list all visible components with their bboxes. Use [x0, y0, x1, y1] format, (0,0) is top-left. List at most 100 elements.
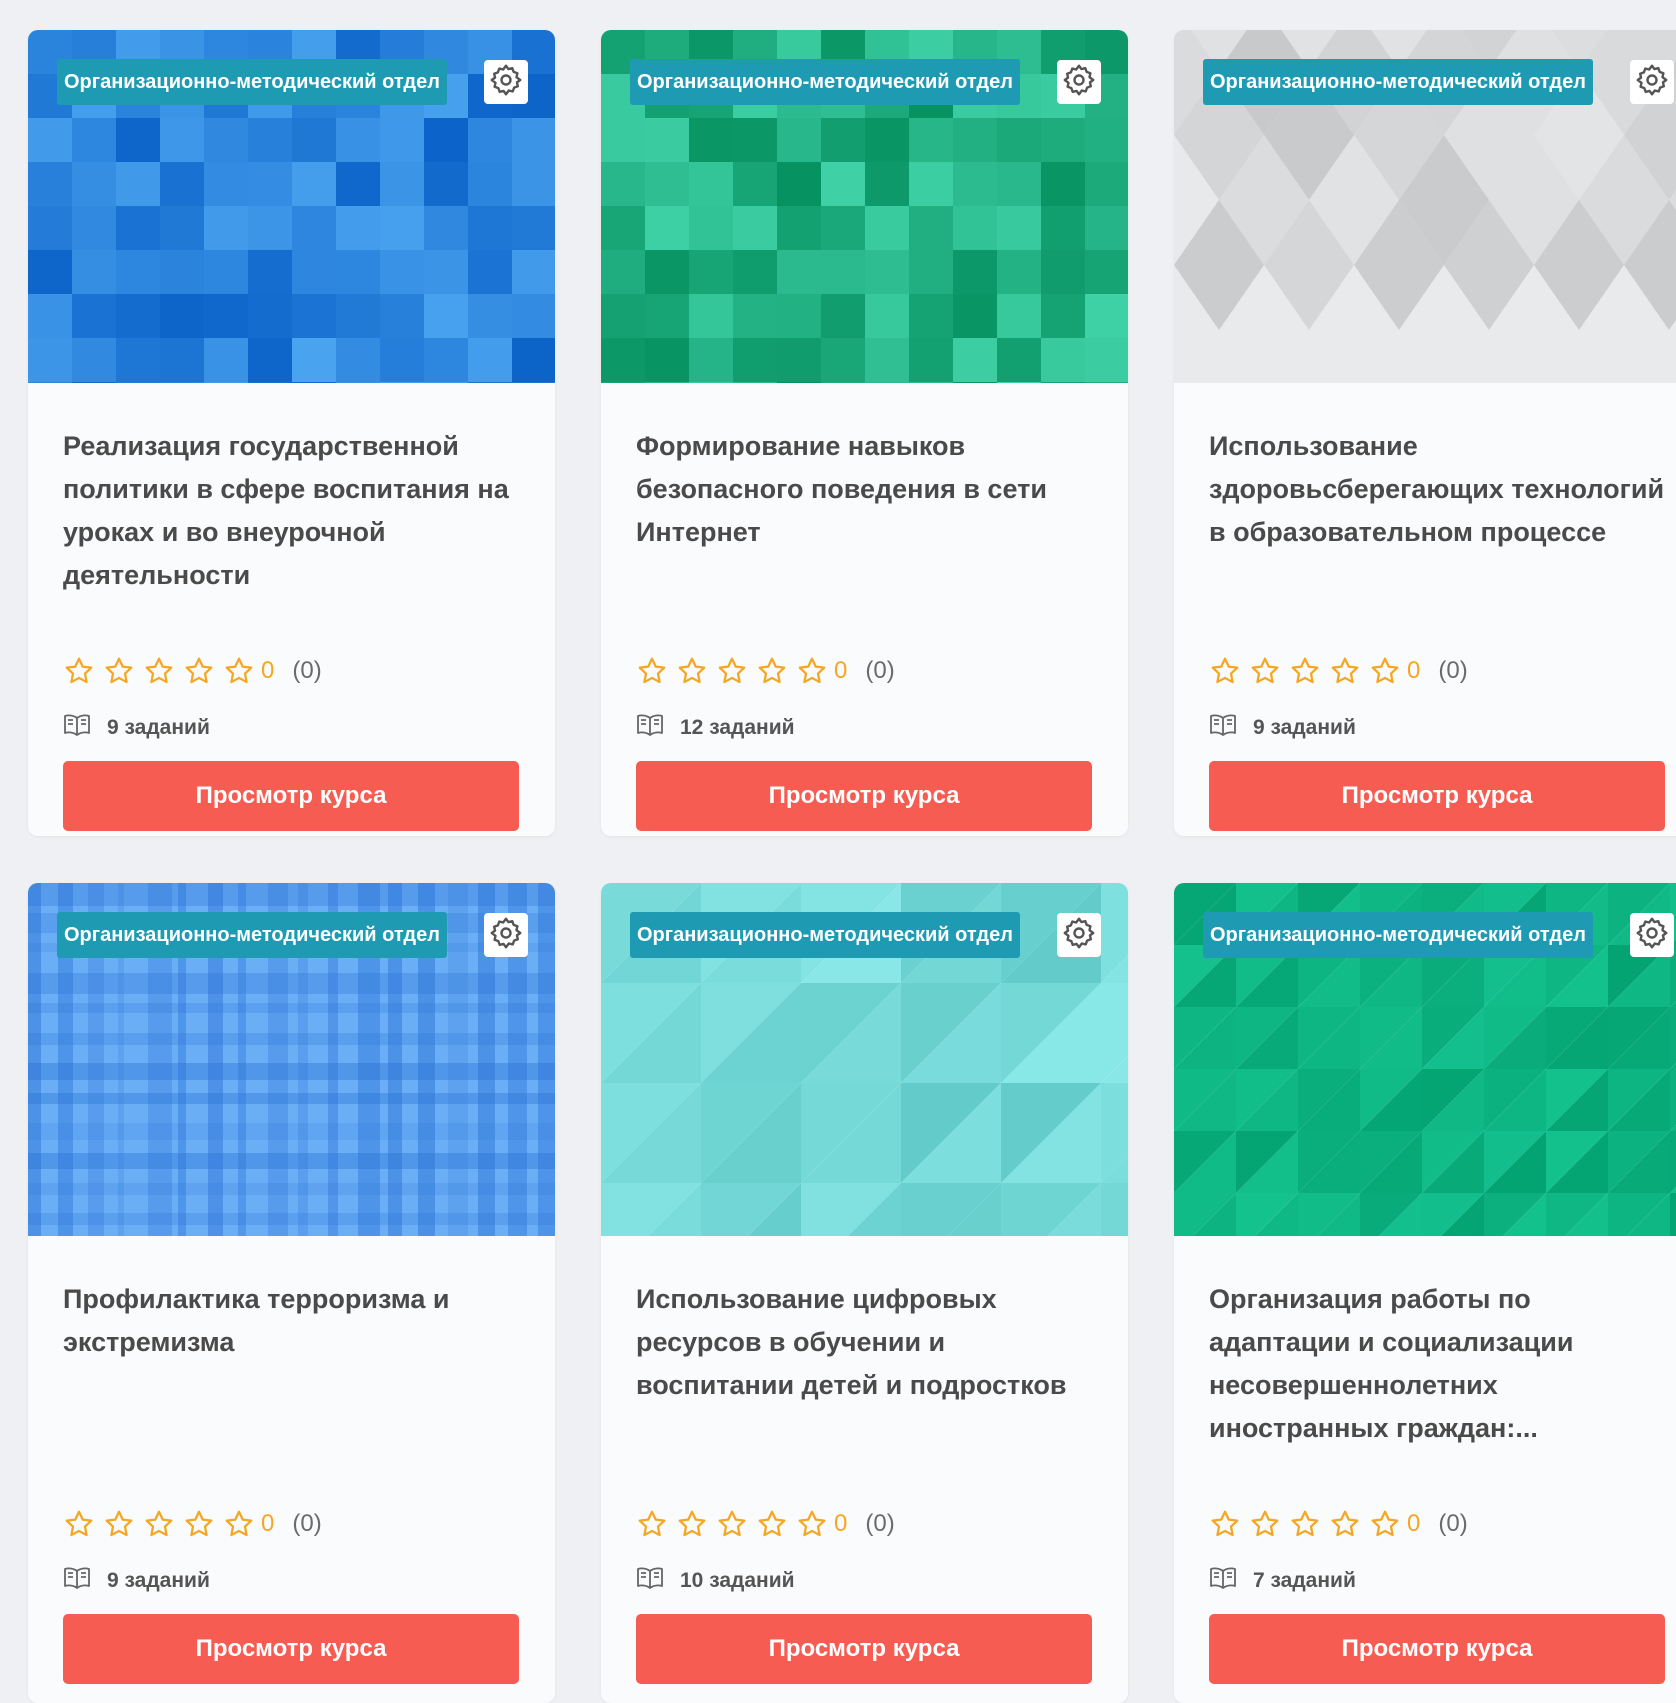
settings-button[interactable] [1057, 913, 1101, 957]
view-course-button[interactable]: Просмотр курса [1209, 761, 1665, 831]
star-outline-icon [105, 1510, 133, 1537]
star-outline-icon [1291, 657, 1319, 684]
star-outline-icon [638, 1510, 666, 1537]
star-outline-icon [678, 657, 706, 684]
star-outline-icon [678, 1510, 706, 1537]
department-badge[interactable]: Организационно-методический отдел [630, 912, 1020, 958]
course-rating: 0 (0) [1209, 1508, 1468, 1540]
star-outline-icon [145, 1510, 173, 1537]
view-course-button[interactable]: Просмотр курса [636, 761, 1092, 831]
course-card: Организационно-методический отдел Исполь… [601, 883, 1128, 1703]
star-outline-icon [65, 1510, 93, 1537]
star-outline-icon [1331, 1510, 1359, 1537]
star-outline-icon [798, 657, 826, 684]
task-count: 9 заданий [63, 1566, 210, 1596]
book-open-icon [636, 713, 680, 743]
star-outline-icon [1331, 657, 1359, 684]
star-outline-icon [225, 657, 253, 684]
star-outline-icon [1211, 657, 1239, 684]
star-outline-icon [758, 657, 786, 684]
star-outline-icon [65, 657, 93, 684]
rating-score: 0 [1407, 657, 1421, 684]
gear-icon [1634, 62, 1670, 103]
star-outline-icon [225, 1510, 253, 1537]
task-count: 7 заданий [1209, 1566, 1356, 1596]
star-outline-icon [105, 657, 133, 684]
view-course-button[interactable]: Просмотр курса [63, 761, 519, 831]
course-card: Организационно-методический отдел Исполь… [1174, 30, 1676, 836]
course-rating: 0 (0) [636, 655, 895, 687]
rating-stars [1209, 1508, 1409, 1540]
course-card: Организационно-методический отдел Формир… [601, 30, 1128, 836]
course-title[interactable]: Использование здоровьсберегающих техноло… [1209, 425, 1666, 597]
view-course-button[interactable]: Просмотр курса [1209, 1614, 1665, 1684]
settings-button[interactable] [1630, 913, 1674, 957]
settings-button[interactable] [484, 913, 528, 957]
rating-stars [1209, 655, 1409, 687]
rating-stars [636, 1508, 836, 1540]
settings-button[interactable] [1057, 60, 1101, 104]
book-open-icon [63, 1566, 107, 1596]
review-count: (0) [1438, 1510, 1468, 1537]
course-title[interactable]: Формирование навыков безопасного поведен… [636, 425, 1093, 597]
book-open-icon [63, 713, 107, 743]
task-count-label: 9 заданий [107, 716, 210, 739]
course-title[interactable]: Использование цифровых ресурсов в обучен… [636, 1278, 1093, 1450]
review-count: (0) [292, 1510, 322, 1537]
task-count-label: 12 заданий [680, 716, 795, 739]
department-badge[interactable]: Организационно-методический отдел [1203, 59, 1593, 105]
rating-score: 0 [1407, 1510, 1421, 1537]
book-open-icon [636, 1566, 680, 1596]
star-outline-icon [798, 1510, 826, 1537]
settings-button[interactable] [484, 60, 528, 104]
task-count: 9 заданий [63, 713, 210, 743]
department-badge[interactable]: Организационно-методический отдел [630, 59, 1020, 105]
settings-button[interactable] [1630, 60, 1674, 104]
course-rating: 0 (0) [63, 655, 322, 687]
star-outline-icon [185, 657, 213, 684]
gear-icon [488, 915, 524, 956]
star-outline-icon [1251, 657, 1279, 684]
course-rating: 0 (0) [1209, 655, 1468, 687]
review-count: (0) [865, 657, 895, 684]
view-course-button[interactable]: Просмотр курса [63, 1614, 519, 1684]
rating-score: 0 [834, 657, 848, 684]
star-outline-icon [718, 657, 746, 684]
rating-stars [63, 1508, 263, 1540]
star-outline-icon [185, 1510, 213, 1537]
review-count: (0) [1438, 657, 1468, 684]
department-badge[interactable]: Организационно-методический отдел [1203, 912, 1593, 958]
department-badge[interactable]: Организационно-методический отдел [57, 912, 447, 958]
task-count: 9 заданий [1209, 713, 1356, 743]
course-card: Организационно-методический отдел Реализ… [28, 30, 555, 836]
star-outline-icon [758, 1510, 786, 1537]
course-title[interactable]: Реализация государственной политики в сф… [63, 425, 520, 597]
rating-score: 0 [261, 657, 275, 684]
review-count: (0) [865, 1510, 895, 1537]
task-count-label: 10 заданий [680, 1569, 795, 1592]
star-outline-icon [1211, 1510, 1239, 1537]
gear-icon [1634, 915, 1670, 956]
task-count-label: 9 заданий [107, 1569, 210, 1592]
course-title[interactable]: Организация работы по адаптации и социал… [1209, 1278, 1666, 1450]
rating-stars [636, 655, 836, 687]
book-open-icon [1209, 1566, 1253, 1596]
task-count: 12 заданий [636, 713, 795, 743]
book-open-icon [1209, 713, 1253, 743]
view-course-button[interactable]: Просмотр курса [636, 1614, 1092, 1684]
rating-stars [63, 655, 263, 687]
rating-score: 0 [261, 1510, 275, 1537]
star-outline-icon [1371, 1510, 1399, 1537]
star-outline-icon [1291, 1510, 1319, 1537]
star-outline-icon [1251, 1510, 1279, 1537]
gear-icon [1061, 915, 1097, 956]
star-outline-icon [145, 657, 173, 684]
task-count: 10 заданий [636, 1566, 795, 1596]
department-badge[interactable]: Организационно-методический отдел [57, 59, 447, 105]
course-card: Организационно-методический отдел Профил… [28, 883, 555, 1703]
rating-score: 0 [834, 1510, 848, 1537]
task-count-label: 9 заданий [1253, 716, 1356, 739]
task-count-label: 7 заданий [1253, 1569, 1356, 1592]
course-rating: 0 (0) [636, 1508, 895, 1540]
course-title[interactable]: Профилактика терроризма и экстремизма [63, 1278, 520, 1450]
